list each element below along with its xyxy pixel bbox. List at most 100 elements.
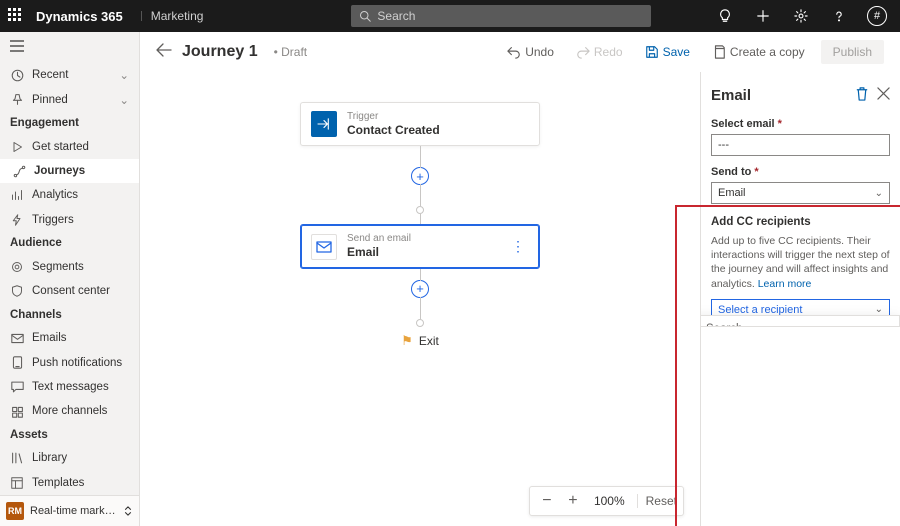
add-step-button[interactable]: + [411,280,429,298]
nav-label: Library [32,452,67,464]
nav-templates[interactable]: Templates [0,471,139,495]
nav-get-started[interactable]: Get started [0,134,139,158]
exit-label: Exit [419,334,439,348]
chevron-down-icon: ⌄ [119,68,129,82]
nav-label: Consent center [32,285,110,297]
app-launcher-icon[interactable] [8,8,24,24]
add-icon[interactable] [748,0,778,32]
bolt-icon [10,214,24,226]
flag-icon: ⚑ [401,333,413,349]
add-step-button[interactable]: + [411,167,429,185]
chevron-down-icon: ⌄ [875,304,883,315]
area-label: Real-time marketi... [30,505,117,517]
push-icon [10,356,24,369]
left-nav: Recent ⌄ Pinned ⌄ Engagement Get started… [0,32,140,526]
create-copy-button[interactable]: Create a copy [706,41,811,63]
template-icon [10,477,24,489]
nav-label: Emails [32,332,67,344]
send-to-label: Send to * [711,166,890,178]
recipient-flyout: Search ⌄Contact (Deprecated) Traversed P… [701,315,900,327]
zoom-out-button[interactable]: − [536,491,558,511]
zoom-reset-button[interactable]: Reset [637,494,677,508]
nav-pinned[interactable]: Pinned ⌄ [0,87,139,111]
nav-journeys[interactable]: Journeys [0,159,139,183]
cc-title: Add CC recipients [711,216,890,228]
node-caption: Send an email [347,233,497,245]
undo-button[interactable]: Undo [501,41,560,63]
email-icon [311,234,337,260]
save-button[interactable]: Save [639,41,696,63]
email-node[interactable]: Send an emailEmail ⋮ [300,224,540,268]
nav-push[interactable]: Push notifications [0,350,139,374]
learn-more-link[interactable]: Learn more [758,278,812,290]
nav-consent-center[interactable]: Consent center [0,279,139,303]
trigger-node[interactable]: TriggerContact Created [300,102,540,146]
library-icon [10,452,24,464]
nav-library[interactable]: Library [0,446,139,470]
global-search[interactable]: Search [351,5,651,27]
nav-label: Get started [32,141,89,153]
nav-segments[interactable]: Segments [0,255,139,279]
area-badge: RM [6,502,24,520]
search-placeholder: Search [377,9,415,23]
route-icon [12,165,26,178]
nav-section-engagement: Engagement [0,112,139,135]
nav-section-assets: Assets [0,424,139,447]
hamburger-icon[interactable] [0,32,139,63]
page-title: Journey 1 [182,43,258,61]
node-more-button[interactable]: ⋮ [507,238,529,255]
zoom-in-button[interactable]: + [562,491,584,511]
nav-more-channels[interactable]: More channels [0,399,139,423]
nav-emails[interactable]: Emails [0,326,139,350]
global-header: Dynamics 365 Marketing Search # [0,0,900,32]
node-label: Email [347,245,497,259]
nav-triggers[interactable]: Triggers [0,208,139,232]
send-to-select[interactable]: Email⌄ [711,182,890,204]
chevron-updown-icon [123,506,133,516]
area-switcher[interactable]: RM Real-time marketi... [0,496,139,526]
select-email-input[interactable]: --- [711,134,890,156]
help-icon[interactable] [824,0,854,32]
cc-description: Add up to five CC recipients. Their inte… [711,234,890,291]
lightbulb-icon[interactable] [710,0,740,32]
flyout-search[interactable]: Search [701,316,899,327]
node-label: Contact Created [347,123,529,137]
nav-label: Analytics [32,189,78,201]
search-icon [359,10,371,22]
delete-button[interactable] [855,86,869,104]
nav-analytics[interactable]: Analytics [0,183,139,207]
nav-label: More channels [32,405,107,417]
nav-label: Push notifications [32,357,122,369]
chevron-down-icon: ⌄ [875,188,883,199]
brand-label: Dynamics 365 [36,9,123,24]
select-email-label: Select email * [711,118,890,130]
flyout-search-placeholder: Search [706,323,742,327]
gear-icon[interactable] [786,0,816,32]
close-panel-button[interactable] [877,87,890,103]
nav-label: Recent [32,69,68,81]
avatar[interactable]: # [862,0,892,32]
exit-node[interactable]: ⚑ Exit [401,333,439,349]
chevron-down-icon: ⌄ [119,93,129,107]
shield-icon [10,285,24,297]
panel-title: Email [711,87,847,104]
page-header: Journey 1 • Draft Undo Redo Save Create … [140,32,900,72]
module-label[interactable]: Marketing [141,9,204,23]
back-button[interactable] [156,43,172,60]
publish-button[interactable]: Publish [821,40,884,64]
nav-label: Templates [32,477,84,489]
nav-label: Pinned [32,94,68,106]
more-icon [10,405,24,418]
target-icon [10,261,24,273]
node-caption: Trigger [347,111,529,123]
journey-canvas[interactable]: TriggerContact Created + Send an emailEm… [140,72,700,526]
nav-label: Segments [32,261,84,273]
zoom-toolbar: − + 100% Reset [529,486,684,516]
nav-recent[interactable]: Recent ⌄ [0,63,139,87]
redo-button[interactable]: Redo [570,41,629,63]
page-status: • Draft [274,45,308,59]
nav-label: Text messages [32,381,109,393]
trigger-icon [311,111,337,137]
play-icon [10,141,24,153]
nav-sms[interactable]: Text messages [0,375,139,399]
